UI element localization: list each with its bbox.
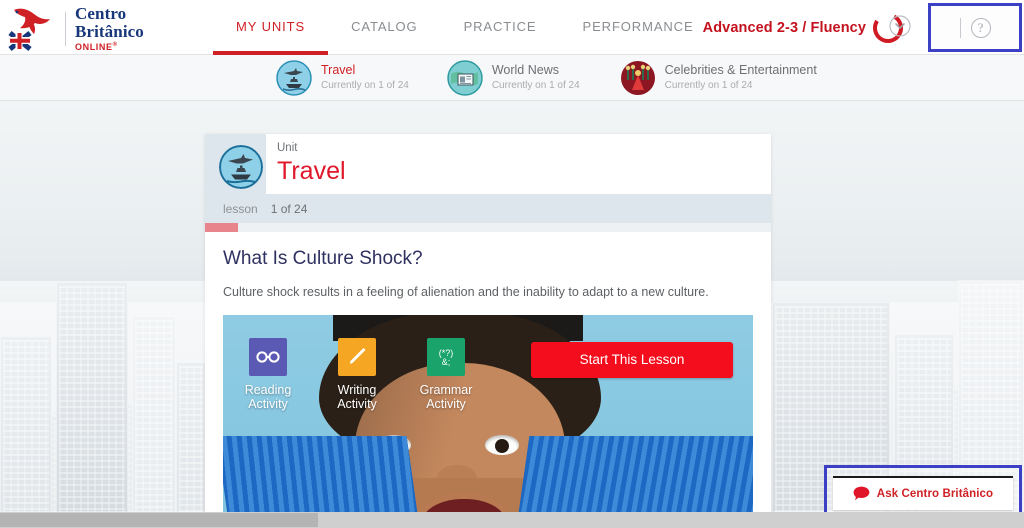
unit-tab-text: Travel Currently on 1 of 24 [321,63,409,92]
brand-logo[interactable]: Centro Britânico ONLINE® [8,5,144,52]
svg-text:&;: &; [442,357,451,367]
chevron-down-circle-icon [889,14,911,37]
nav-tab-performance[interactable]: PERFORMANCE [560,0,717,55]
lesson-progress-fill [205,223,238,232]
activity-reading-label: Reading Activity [244,382,292,412]
card-header-text: Unit Travel [277,142,346,186]
logo-divider [65,11,66,46]
photo-pupil-right [495,438,509,453]
unit-tab-progress: Currently on 1 of 24 [321,79,409,91]
symbols-icon: (*?) &; [427,337,465,376]
lesson-media: Reading Activity Writing Activity (*?) &… [223,314,753,528]
main-navigation: MY UNITS CATALOG PRACTICE PERFORMANCE [213,0,717,55]
brand-wordmark: Centro Britânico ONLINE® [75,5,144,52]
activity-grammar[interactable]: (*?) &; Grammar Activity [406,337,486,413]
glasses-icon [249,337,287,376]
globe-newspaper-icon [447,59,483,96]
travel-plane-ship-icon [219,145,263,189]
unit-tab-progress: Currently on 1 of 24 [491,79,580,91]
unit-tab-text: Celebrities & Entertainment Currently on… [665,63,817,92]
scrollbar-thumb[interactable] [0,513,318,527]
lesson-counter-bar: lesson 1 of 24 [205,194,771,223]
unit-tab-name: World News [491,62,559,77]
help-annotation-box: ? [928,3,1022,52]
horizontal-scrollbar[interactable] [0,512,1024,528]
level-progress-ring[interactable] [870,6,914,50]
pencil-icon [338,337,376,376]
nav-tab-catalog[interactable]: CATALOG [328,0,441,55]
unit-tab-text: World News Currently on 1 of 24 [492,63,580,92]
card-header: Unit Travel [205,134,771,194]
nav-tab-my-units[interactable]: MY UNITS [213,0,329,55]
activity-writing-label: Writing Activity [337,382,377,412]
chat-label: Ask Centro Britânico [876,487,994,500]
activity-reading[interactable]: Reading Activity [228,337,308,413]
unit-tab-celebrities-entertainment[interactable]: Celebrities & Entertainment Currently on… [610,60,827,96]
unit-tab-world-news[interactable]: World News Currently on 1 of 24 [437,59,590,96]
brand-sub: ONLINE® [75,42,118,52]
activity-writing[interactable]: Writing Activity [317,337,397,413]
brand-line-1: Centro [75,4,127,23]
ask-centro-britanico-button[interactable]: Ask Centro Britânico [833,475,1013,510]
nav-tab-practice[interactable]: PRACTICE [441,0,560,55]
help-divider [959,17,961,38]
lesson-progress-track [205,223,771,232]
level-selector[interactable]: Advanced 2-3 / Fluency [703,0,914,55]
activity-grammar-label: Grammar Activity [419,382,473,412]
unit-tab-travel[interactable]: Travel Currently on 1 of 24 [266,59,419,96]
unit-tab-name: Travel [321,62,356,77]
lesson-title: What Is Culture Shock? [223,248,423,269]
unit-lesson-card: Unit Travel lesson 1 of 24 What Is Cultu… [205,134,771,528]
brand-line-2: Britânico [75,22,144,41]
start-lesson-button[interactable]: Start This Lesson [531,341,733,378]
travel-plane-ship-icon [276,59,312,96]
unit-tab-name: Celebrities & Entertainment [664,62,817,77]
card-body: What Is Culture Shock? Culture shock res… [205,232,771,528]
unit-tab-strip: Travel Currently on 1 of 24 World News C… [0,55,1024,101]
card-unit-title: Travel [277,157,346,186]
unit-tab-progress: Currently on 1 of 24 [664,79,753,91]
level-label: Advanced 2-3 / Fluency [702,19,866,36]
speech-bubble-icon [853,486,870,501]
red-carpet-icon [620,60,655,95]
lesson-counter-key: lesson [223,201,258,216]
union-jack-horse-logo-icon [8,8,50,51]
question-mark-circle-icon[interactable]: ? [970,17,991,38]
top-header: Centro Britânico ONLINE® MY UNITS CATALO… [0,0,1024,55]
lesson-description: Culture shock results in a feeling of al… [223,284,709,299]
card-unit-kicker: Unit [277,142,298,155]
lesson-counter-value: 1 of 24 [270,201,308,216]
